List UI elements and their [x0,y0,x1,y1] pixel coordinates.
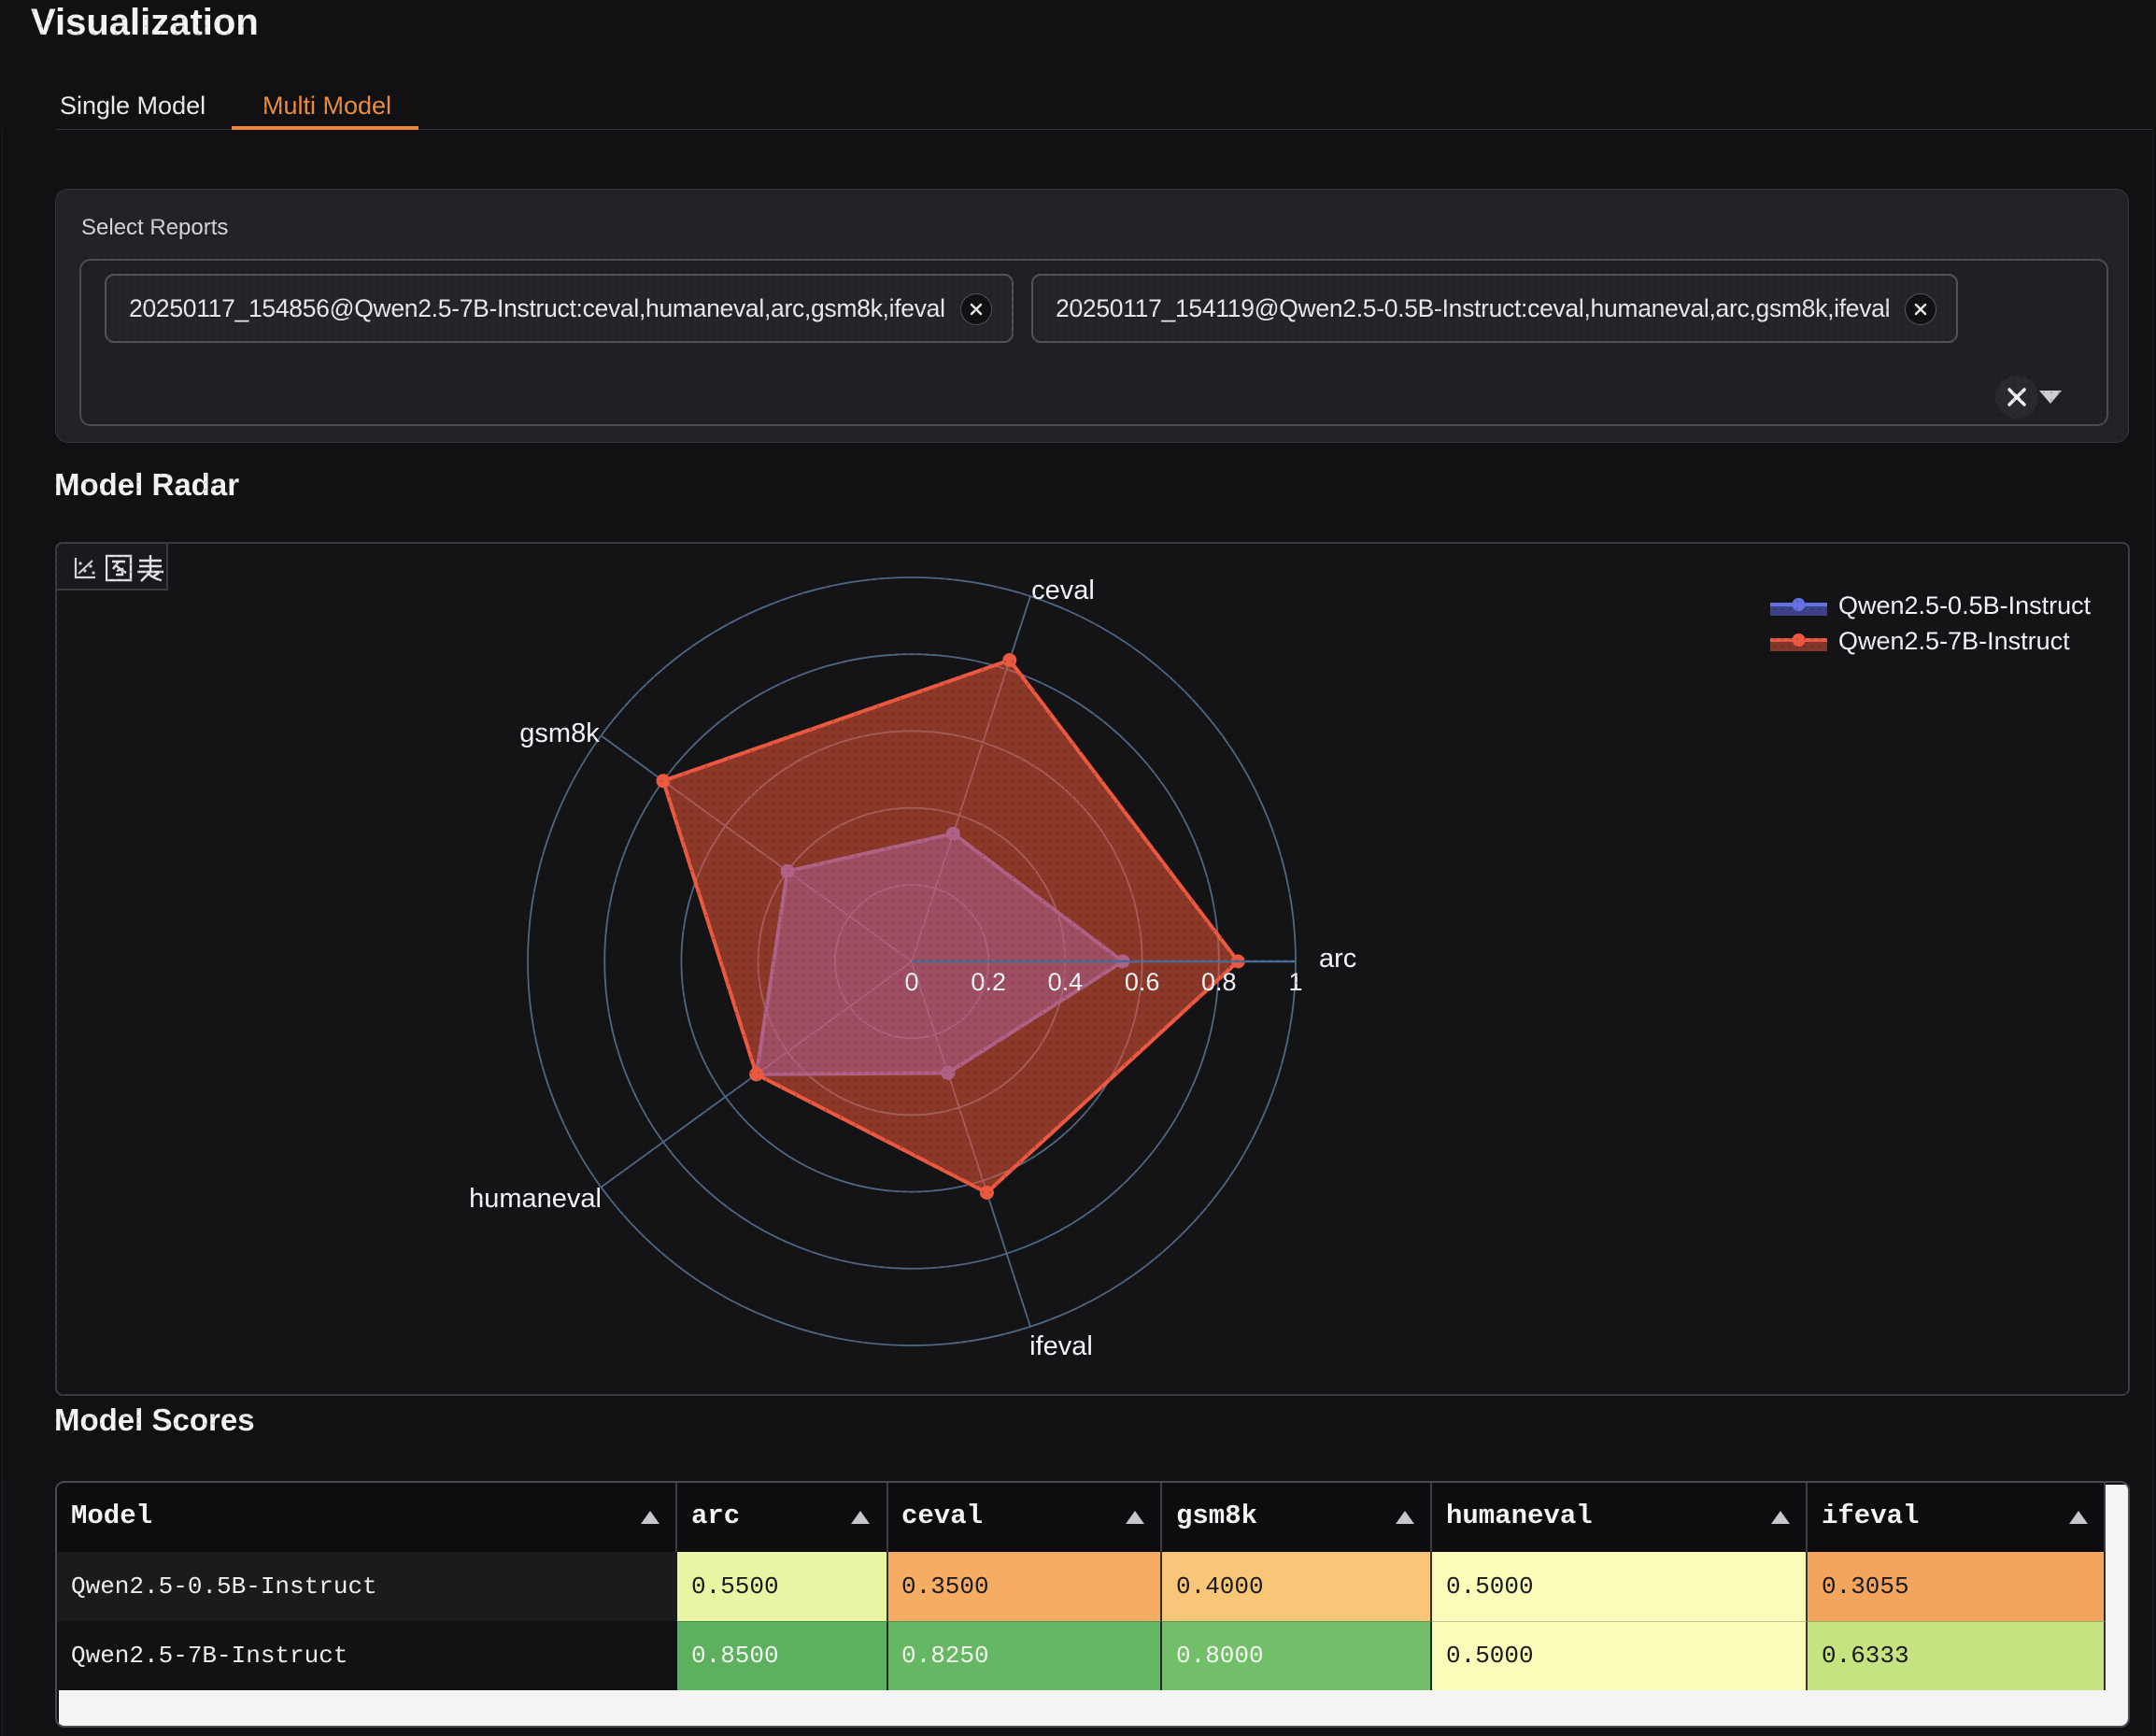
svg-text:ifeval: ifeval [1029,1331,1093,1361]
svg-text:0.6: 0.6 [1125,968,1160,996]
svg-text:humaneval: humaneval [469,1184,602,1214]
svg-text:0: 0 [904,968,918,996]
svg-text:Qwen2.5-0.5B-Instruct: Qwen2.5-0.5B-Instruct [1838,591,2092,619]
svg-text:Qwen2.5-7B-Instruct: Qwen2.5-7B-Instruct [1838,627,2070,655]
svg-text:0.4: 0.4 [1048,968,1084,996]
svg-text:0.8: 0.8 [1201,968,1237,996]
svg-text:1: 1 [1288,968,1302,996]
svg-text:ceval: ceval [1031,576,1095,605]
svg-text:0.2: 0.2 [971,968,1006,996]
svg-text:gsm8k: gsm8k [519,719,600,748]
svg-text:arc: arc [1319,944,1356,974]
